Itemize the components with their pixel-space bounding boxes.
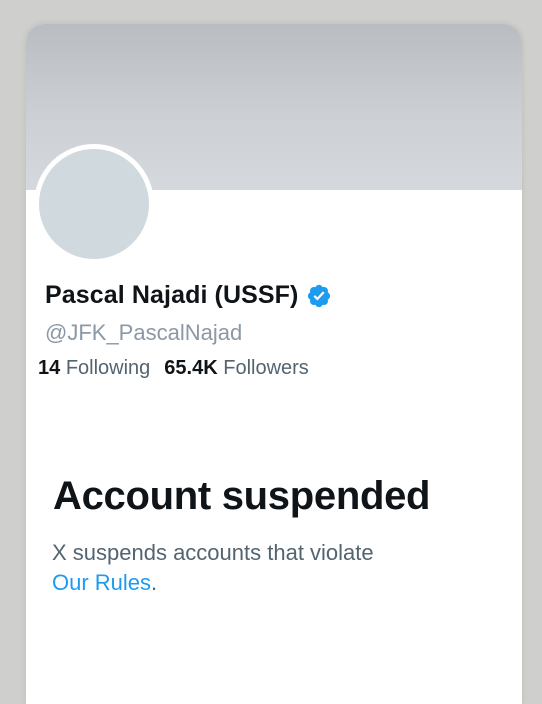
following-count: 14 <box>38 357 61 379</box>
profile-handle: @JFK_PascalNajad <box>45 320 243 345</box>
followers-count: 65.4K <box>164 357 218 379</box>
profile-name: Pascal Najadi (USSF) <box>45 281 299 309</box>
followers-link[interactable]: 65.4K Followers <box>164 357 309 380</box>
avatar[interactable] <box>39 149 149 259</box>
verified-badge-icon <box>308 284 331 307</box>
suspended-description: X suspends accounts that violate Our Rul… <box>52 538 492 598</box>
profile-card: Pascal Najadi (USSF) @JFK_PascalNajad 14… <box>26 24 522 704</box>
profile-stats: 14 Following 65.4K Followers <box>38 357 309 380</box>
following-link[interactable]: 14 Following <box>38 357 150 380</box>
our-rules-link[interactable]: Our Rules <box>52 570 151 595</box>
description-period: . <box>151 570 158 595</box>
profile-name-row: Pascal Najadi (USSF) <box>45 281 332 310</box>
followers-label: Followers <box>223 357 309 379</box>
following-label: Following <box>65 357 151 379</box>
avatar-container <box>34 144 154 264</box>
suspended-title: Account suspended <box>53 474 431 518</box>
suspended-description-text: X suspends accounts that violate <box>52 540 374 565</box>
